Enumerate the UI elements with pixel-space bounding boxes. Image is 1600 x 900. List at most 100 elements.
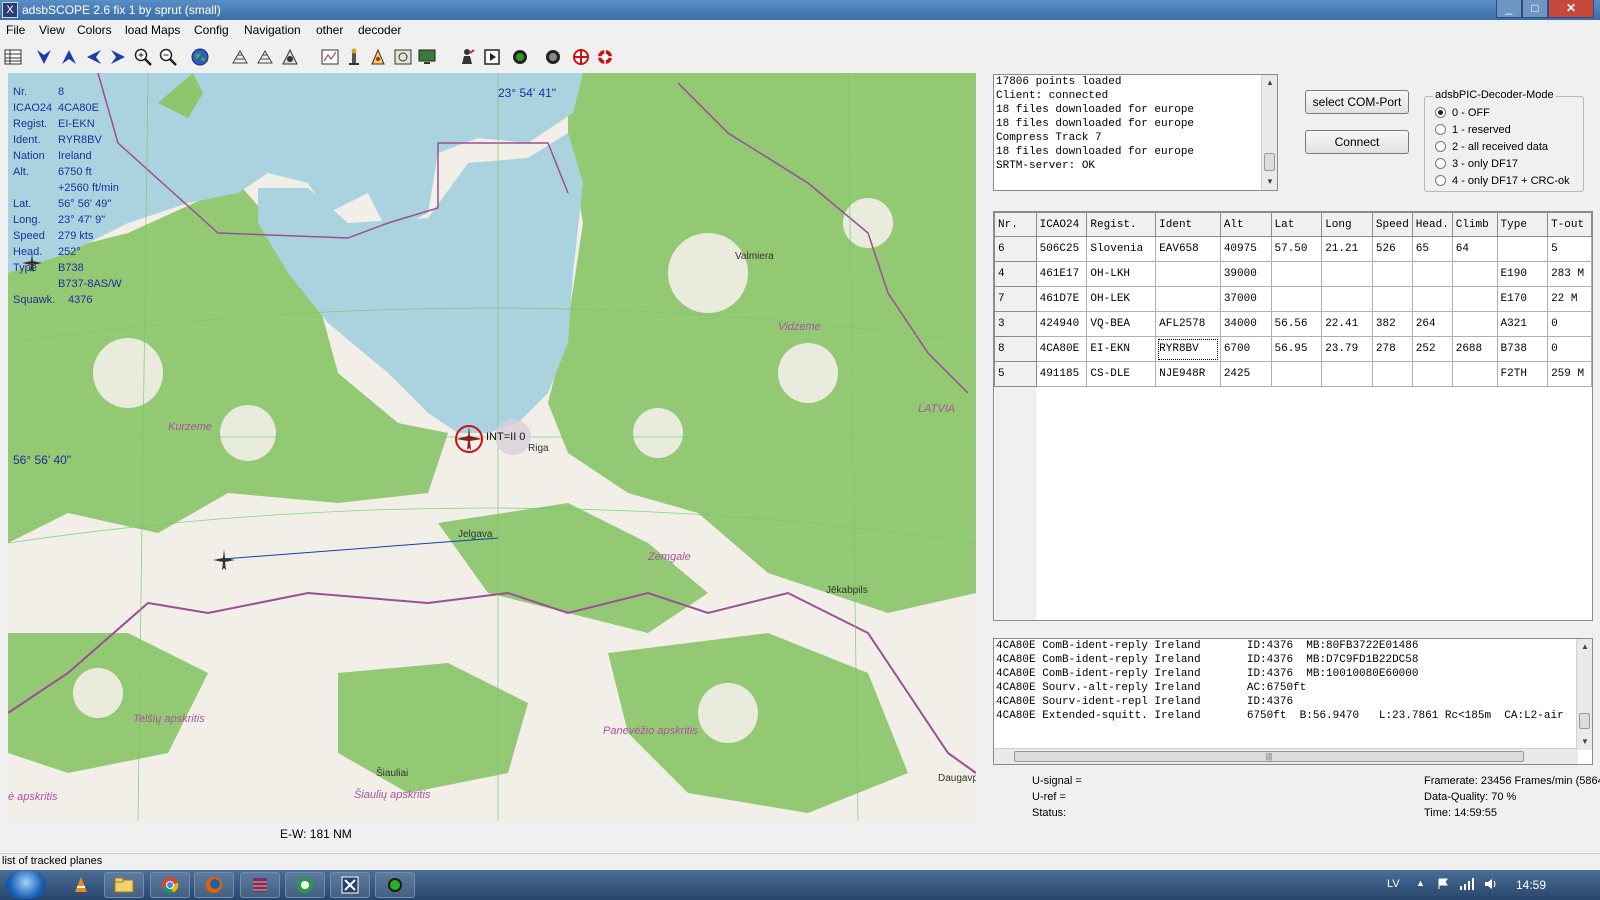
menu-config[interactable]: Config <box>194 23 229 37</box>
tower-icon[interactable] <box>343 46 365 68</box>
row-number-cell[interactable] <box>994 411 1037 437</box>
stop-icon[interactable] <box>542 46 564 68</box>
target-icon[interactable] <box>570 46 592 68</box>
row-number-cell[interactable]: 3 <box>994 311 1037 337</box>
table-cell[interactable] <box>1270 261 1323 287</box>
table-cell[interactable] <box>1371 361 1413 387</box>
table-cell[interactable] <box>1372 487 1412 512</box>
table-cell[interactable] <box>1372 587 1412 612</box>
row-number-cell[interactable] <box>994 611 1037 620</box>
column-header[interactable]: Alt <box>1219 212 1272 237</box>
table-cell[interactable] <box>1220 487 1271 512</box>
table-cell[interactable] <box>1156 562 1221 587</box>
table-cell[interactable]: 264 <box>1411 311 1453 337</box>
log-scrollbar[interactable]: ▲ ▼ <box>1261 75 1277 190</box>
table-cell[interactable] <box>1036 512 1087 537</box>
connect-button[interactable]: Connect <box>1305 130 1409 154</box>
table-cell[interactable] <box>1036 612 1087 621</box>
list-icon[interactable] <box>2 46 24 68</box>
table-cell[interactable] <box>1452 387 1497 412</box>
menu-decoder[interactable]: decoder <box>358 23 401 37</box>
column-header[interactable]: Ident <box>1155 212 1221 237</box>
scroll-down-icon[interactable]: ▼ <box>1577 734 1592 750</box>
table-cell[interactable] <box>1451 311 1498 337</box>
empty-table-row[interactable] <box>994 411 1592 437</box>
table-cell[interactable]: 491185 <box>1035 361 1088 387</box>
aircraft-icon[interactable] <box>211 547 237 573</box>
table-cell[interactable] <box>1412 412 1452 437</box>
language-indicator[interactable]: LV <box>1387 878 1400 890</box>
table-cell[interactable]: EAV658 <box>1155 236 1221 262</box>
table-cell[interactable]: 37000 <box>1219 286 1272 312</box>
table-cell[interactable] <box>1372 412 1412 437</box>
chart-icon[interactable] <box>319 46 341 68</box>
table-cell[interactable] <box>1087 512 1156 537</box>
table-cell[interactable]: 4CA80E <box>1035 336 1088 362</box>
table-cell[interactable] <box>1087 587 1156 612</box>
empty-table-row[interactable] <box>994 436 1592 462</box>
table-cell[interactable] <box>1156 412 1221 437</box>
table-cell[interactable] <box>1548 562 1592 587</box>
table-cell[interactable] <box>1036 562 1087 587</box>
table-cell[interactable]: 22 M <box>1547 286 1592 312</box>
table-cell[interactable]: 461E17 <box>1035 261 1088 287</box>
scroll-thumb[interactable] <box>1579 713 1590 729</box>
adsbscope-icon[interactable] <box>330 872 370 898</box>
table-cell[interactable] <box>1087 537 1156 562</box>
column-header[interactable]: Speed <box>1371 212 1413 237</box>
table-cell[interactable]: CS-DLE <box>1086 361 1157 387</box>
table-cell[interactable] <box>1412 562 1452 587</box>
filter-icon[interactable] <box>392 46 414 68</box>
table-cell[interactable] <box>1036 387 1087 412</box>
table-cell[interactable] <box>1452 487 1497 512</box>
table-cell[interactable] <box>1155 261 1221 287</box>
table-cell[interactable] <box>1412 512 1452 537</box>
message-log[interactable]: 4CA80E ComB-ident-reply Ireland ID:4376 … <box>993 638 1593 765</box>
table-cell[interactable]: 34000 <box>1219 311 1272 337</box>
map-a-icon[interactable] <box>229 46 251 68</box>
scroll-down-icon[interactable]: ▼ <box>1262 174 1277 190</box>
table-cell[interactable]: 2688 <box>1451 336 1498 362</box>
decoder-mode-option[interactable]: 4 - only DF17 + CRC-ok <box>1435 175 1570 187</box>
table-cell[interactable] <box>1496 236 1549 262</box>
table-cell[interactable] <box>1371 286 1413 312</box>
column-header[interactable]: Climb <box>1451 212 1498 237</box>
table-cell[interactable] <box>1412 587 1452 612</box>
table-cell[interactable] <box>1271 587 1322 612</box>
scroll-up-icon[interactable]: ▲ <box>1577 639 1592 655</box>
table-cell[interactable] <box>1087 412 1156 437</box>
table-cell[interactable] <box>1270 286 1323 312</box>
table-cell[interactable] <box>1220 562 1271 587</box>
table-cell[interactable]: 283 M <box>1547 261 1592 287</box>
green-app-icon[interactable] <box>375 872 415 898</box>
decoder-mode-option[interactable]: 1 - reserved <box>1435 124 1511 136</box>
map-c-icon[interactable] <box>279 46 301 68</box>
arrow-up-icon[interactable] <box>58 46 80 68</box>
winrar-icon[interactable] <box>240 872 280 898</box>
table-cell[interactable] <box>1372 437 1412 462</box>
table-cell[interactable] <box>1271 412 1322 437</box>
empty-table-row[interactable] <box>994 611 1592 621</box>
table-cell[interactable] <box>1220 537 1271 562</box>
scroll-thumb[interactable] <box>1264 153 1275 171</box>
table-cell[interactable] <box>1372 512 1412 537</box>
table-row[interactable]: 8 4CA80E EI-EKN RYR8BV 6700 56.95 23.79 278 252 2… <box>994 336 1592 362</box>
scroll-thumb[interactable]: ||| <box>1014 751 1524 762</box>
table-cell[interactable] <box>1452 462 1497 487</box>
table-cell[interactable] <box>1036 437 1087 462</box>
table-cell[interactable] <box>1372 462 1412 487</box>
table-cell[interactable] <box>1220 387 1271 412</box>
row-number-cell[interactable]: 4 <box>994 261 1037 287</box>
decoder-mode-option[interactable]: 2 - all received data <box>1435 141 1548 153</box>
arrow-left-icon[interactable] <box>83 46 105 68</box>
table-cell[interactable]: B738 <box>1496 336 1549 362</box>
table-cell[interactable] <box>1321 361 1373 387</box>
aircraft-table[interactable]: Nr. ICAO24 Regist. Ident Alt Lat Long Sp… <box>993 211 1593 621</box>
table-cell[interactable] <box>1156 462 1221 487</box>
table-cell[interactable] <box>1548 612 1592 621</box>
table-cell[interactable] <box>1411 261 1453 287</box>
table-cell[interactable] <box>1220 437 1271 462</box>
table-cell[interactable] <box>1548 437 1592 462</box>
table-cell[interactable] <box>1371 261 1413 287</box>
table-cell[interactable]: 22.41 <box>1321 311 1373 337</box>
